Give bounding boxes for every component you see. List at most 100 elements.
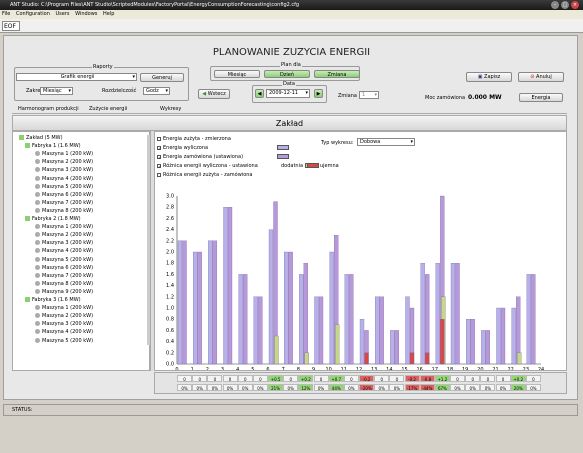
menu-file[interactable]: File — [2, 11, 10, 17]
chart-bar — [409, 352, 415, 365]
raporty-select[interactable]: Grafik energii — [16, 73, 137, 81]
wstecz-button[interactable]: ◀ Wstecz — [198, 89, 230, 99]
x-tick-label: 13 — [371, 367, 377, 370]
machine-icon — [35, 288, 40, 294]
tree-item[interactable]: Maszyna 5 (200 kW) — [35, 256, 93, 263]
table-cell: 0 — [237, 375, 253, 382]
tree-item[interactable]: Fabryka 1 (1.6 MW) — [25, 143, 81, 149]
machine-icon — [35, 280, 40, 286]
tab-zmiana[interactable]: Zmiana — [314, 70, 360, 78]
menu-help[interactable]: Help — [103, 11, 114, 17]
energia-button[interactable]: Energia — [519, 93, 563, 102]
tree-item[interactable]: Maszyna 7 (200 kW) — [35, 199, 94, 206]
x-tick-label: 16 — [416, 367, 422, 370]
tree-item-label: Maszyna 7 (200 kW) — [42, 199, 94, 206]
chart-bar — [182, 240, 187, 365]
tab-dzien[interactable]: Dzień — [264, 70, 310, 78]
chart-bar — [314, 296, 319, 365]
close-icon[interactable]: × — [571, 1, 579, 9]
tree-item[interactable]: Maszyna 1 (200 kW) — [35, 224, 93, 230]
chart-bar — [349, 274, 354, 365]
prev-date-icon[interactable]: ◀ — [255, 89, 264, 98]
tree-item[interactable]: Maszyna 4 (200 kW) — [35, 329, 93, 335]
tree-item[interactable]: Maszyna 9 (200 kW) — [35, 288, 93, 295]
tab-zuzycie[interactable]: Zużycie energii — [89, 106, 127, 112]
tree-item[interactable]: Maszyna 7 (200 kW) — [35, 272, 93, 279]
x-tick-label: 15 — [401, 367, 407, 370]
zapisz-button[interactable]: ▣ Zapisz — [466, 72, 512, 82]
rozdzielczosc-select[interactable]: Godz — [143, 87, 170, 95]
tree-item[interactable]: Zakład (5 MW) — [19, 135, 63, 141]
menu-configuration[interactable]: Configuration — [16, 11, 50, 17]
menu-windows[interactable]: Windows — [75, 11, 97, 17]
chart-bar — [394, 330, 399, 365]
zakres-value: Miesiąc — [43, 88, 62, 94]
chart-bar — [420, 263, 425, 365]
minimize-icon[interactable]: – — [551, 1, 559, 9]
tree-item[interactable]: Maszyna 2 (200 kW) — [35, 159, 93, 165]
table-cell: 0% — [207, 384, 223, 391]
anuluj-button[interactable]: ⊘ Anuluj — [518, 72, 564, 82]
tree-item-label: Maszyna 6 (200 kW) — [42, 191, 94, 198]
tree-item[interactable]: Fabryka 3 (1.6 MW) — [25, 297, 81, 303]
table-cell: +1.2 — [434, 375, 450, 382]
zakres-select[interactable]: Miesiąc — [40, 87, 73, 95]
y-tick-label: 1.6 — [166, 272, 174, 278]
table-cell: 0% — [465, 384, 481, 391]
tree-item-label: Maszyna 5 (200 kW) — [42, 337, 94, 344]
rozdzielczosc-label: Rozdzielczość — [102, 88, 137, 94]
maximize-icon[interactable]: □ — [561, 1, 569, 9]
zmiana-select[interactable]: 1 — [359, 91, 379, 99]
tree-item-label: Maszyna 2 (200 kW) — [42, 159, 94, 166]
tree-item[interactable]: Maszyna 2 (200 kW) — [35, 313, 93, 319]
tree-item-label: Maszyna 5 (200 kW) — [42, 183, 94, 190]
machine-icon — [35, 313, 40, 319]
y-tick-label: 1.4 — [166, 283, 174, 289]
tree-item[interactable]: Maszyna 5 (200 kW) — [35, 337, 94, 344]
table-cell: 0% — [343, 384, 359, 391]
next-date-icon[interactable]: ▶ — [314, 89, 323, 98]
tree-item[interactable]: Maszyna 3 (200 kW) — [35, 167, 93, 173]
tree-item[interactable]: Maszyna 5 (200 kW) — [35, 183, 94, 190]
tree-item[interactable]: Maszyna 1 (200 kW) — [35, 151, 93, 157]
tree-item-label: Zakład (5 MW) — [26, 135, 63, 141]
raporty-select-value: Grafik energii — [60, 74, 95, 80]
tree-item[interactable]: Maszyna 8 (200 kW) — [35, 207, 93, 214]
tree-item[interactable]: Maszyna 3 (200 kW) — [35, 240, 93, 246]
tree-item[interactable]: Maszyna 8 (200 kW) — [35, 280, 93, 287]
eof-tab[interactable]: EOF — [2, 21, 20, 31]
node-icon — [25, 143, 30, 149]
tree-item[interactable]: Maszyna 6 (200 kW) — [35, 264, 93, 271]
x-tick-label: 19 — [462, 367, 468, 370]
chart-bar — [375, 296, 380, 365]
tree-item[interactable]: Maszyna 4 (200 kW) — [35, 248, 93, 254]
tab-miesiac[interactable]: Miesiąc — [214, 70, 260, 78]
data-label: Data — [282, 81, 296, 87]
tree-panel[interactable]: Zakład (5 MW) Fabryka 1 (1.6 MW) Maszyna 1… — [12, 131, 150, 371]
tree-item[interactable]: Maszyna 4 (200 kW) — [35, 175, 93, 182]
tab-harmonogram[interactable]: Harmonogram produkcji — [18, 106, 79, 112]
table-cell: 0 — [222, 375, 238, 382]
tree-item[interactable]: Maszyna 3 (200 kW) — [35, 321, 93, 327]
table-cell: 0 — [389, 375, 405, 382]
status-bar: STATUS: — [3, 404, 578, 416]
y-tick-label: 0.2 — [166, 350, 174, 356]
x-tick-label: 4 — [236, 367, 239, 370]
tab-wykresy[interactable]: Wykresy — [160, 106, 181, 112]
machine-icon — [35, 321, 40, 327]
anuluj-label: Anuluj — [536, 74, 552, 80]
machine-icon — [35, 232, 40, 238]
generuj-button[interactable]: Generuj — [140, 73, 184, 82]
tree-item[interactable]: Fabryka 2 (1.8 MW) — [25, 216, 81, 222]
table-cell: 0% — [222, 384, 238, 391]
tree-item[interactable]: Maszyna 2 (200 kW) — [35, 232, 93, 238]
tree-item[interactable]: Maszyna 1 (200 kW) — [35, 305, 93, 311]
date-field[interactable]: 2009-12-11 — [266, 89, 310, 98]
machine-icon — [35, 159, 40, 165]
chart-bar — [193, 251, 198, 365]
menu-users[interactable]: Users — [55, 11, 69, 17]
tree-item[interactable]: Maszyna 6 (200 kW) — [35, 191, 94, 198]
tree-scrollbar[interactable] — [147, 135, 150, 345]
chart-bar — [405, 296, 410, 365]
table-cell: 0 — [374, 375, 390, 382]
